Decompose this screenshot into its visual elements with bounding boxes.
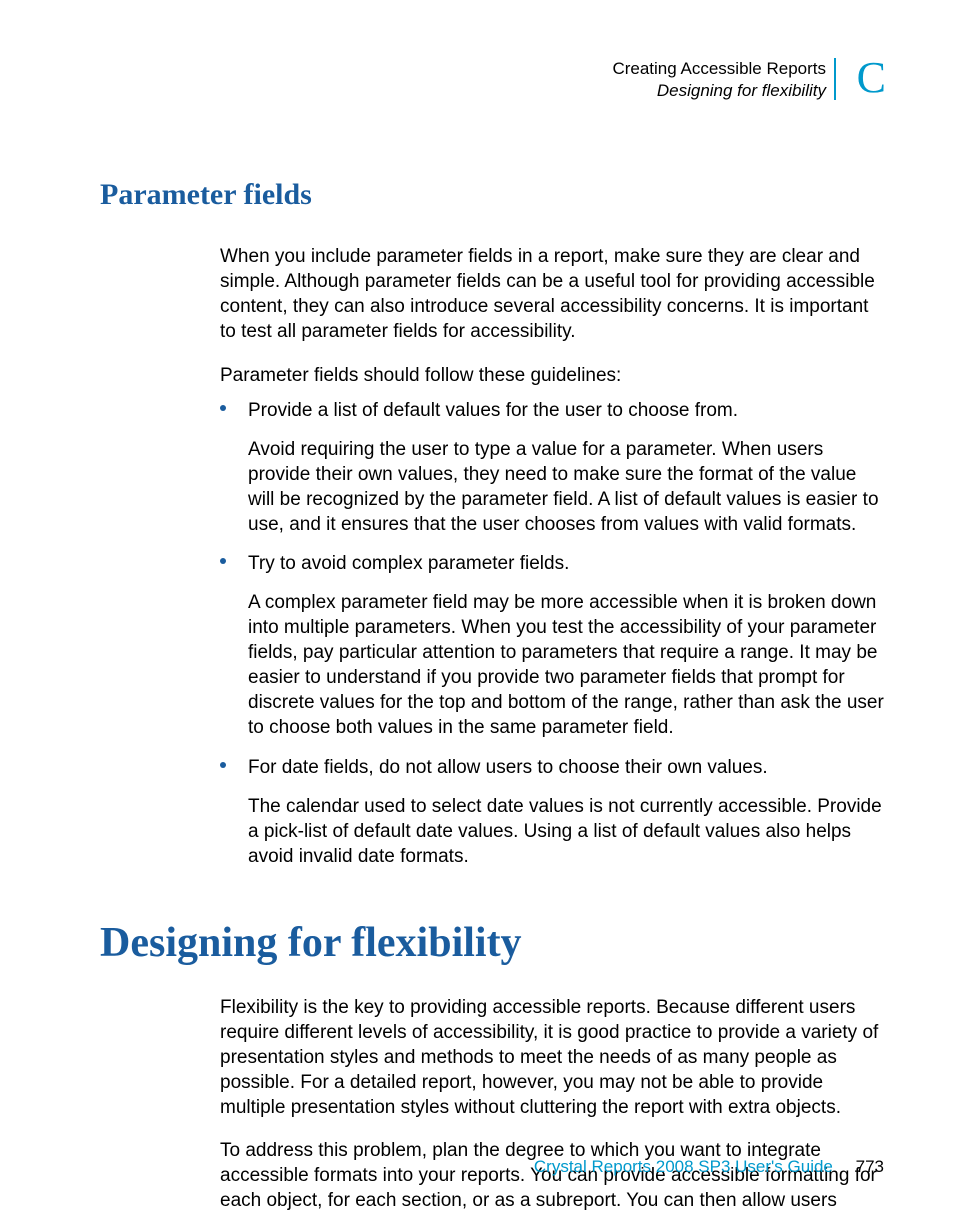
bullet-sub: Avoid requiring the user to type a value… bbox=[248, 437, 884, 537]
page-header: Creating Accessible Reports Designing fo… bbox=[100, 58, 884, 102]
para: Parameter fields should follow these gui… bbox=[220, 363, 884, 388]
list-item: For date fields, do not allow users to c… bbox=[220, 755, 884, 869]
bullet-icon bbox=[220, 405, 226, 411]
section-heading-parameter-fields: Parameter fields bbox=[100, 178, 884, 212]
bullet-icon bbox=[220, 558, 226, 564]
bullet-sub: The calendar used to select date values … bbox=[248, 794, 884, 869]
bullet-lead: Provide a list of default values for the… bbox=[248, 398, 884, 423]
footer-page-number: 773 bbox=[856, 1157, 884, 1176]
section1-body: When you include parameter fields in a r… bbox=[220, 244, 884, 869]
header-chapter: Creating Accessible Reports bbox=[100, 58, 826, 80]
bullet-icon bbox=[220, 762, 226, 768]
bullet-lead: For date fields, do not allow users to c… bbox=[248, 755, 884, 780]
bullet-sub: A complex parameter field may be more ac… bbox=[248, 590, 884, 740]
header-divider bbox=[834, 58, 836, 100]
list-item: Provide a list of default values for the… bbox=[220, 398, 884, 537]
page-footer: Crystal Reports 2008 SP3 User's Guide 77… bbox=[534, 1157, 884, 1177]
section2-body: Flexibility is the key to providing acce… bbox=[220, 995, 884, 1214]
para: Flexibility is the key to providing acce… bbox=[220, 995, 884, 1120]
header-section: Designing for flexibility bbox=[100, 80, 826, 102]
section-heading-designing-flexibility: Designing for flexibility bbox=[100, 919, 884, 967]
footer-doc-title: Crystal Reports 2008 SP3 User's Guide bbox=[534, 1157, 833, 1176]
guidelines-list: Provide a list of default values for the… bbox=[220, 398, 884, 869]
para: When you include parameter fields in a r… bbox=[220, 244, 884, 344]
appendix-letter: C bbox=[857, 52, 886, 103]
bullet-lead: Try to avoid complex parameter fields. bbox=[248, 551, 884, 576]
list-item: Try to avoid complex parameter fields. A… bbox=[220, 551, 884, 741]
